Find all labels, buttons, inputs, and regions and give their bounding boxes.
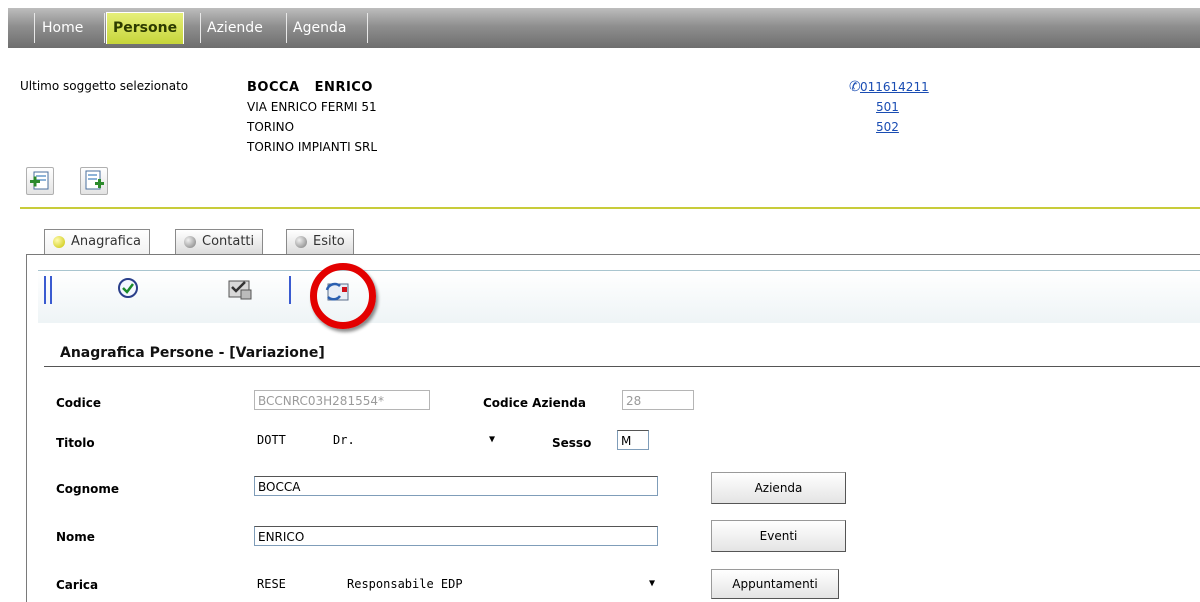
phone-link-ext-502[interactable]: 502	[876, 120, 899, 134]
form-title: Anagrafica Persone - [Variazione]	[60, 345, 325, 361]
tab-status-dot-icon	[295, 236, 307, 248]
edit-record-icon[interactable]	[80, 167, 108, 195]
tab-label: Esito	[313, 234, 345, 249]
phone-icon: ✆	[849, 79, 861, 95]
codice-input[interactable]: BCCNRC03H281554*	[254, 390, 430, 410]
subject-address: VIA ENRICO FERMI 51	[247, 100, 377, 114]
form-title-rule	[44, 366, 1200, 367]
titolo-label: Titolo	[56, 436, 95, 450]
titolo-code: DOTT	[257, 433, 286, 447]
carica-text: Responsabile EDP	[347, 577, 463, 591]
phone-link-main[interactable]: 011614211	[860, 80, 929, 94]
toolbar-separator	[44, 276, 46, 304]
phone-link-ext-501[interactable]: 501	[876, 100, 899, 114]
sesso-label: Sesso	[552, 436, 592, 450]
tab-label: Contatti	[202, 234, 255, 249]
add-record-icon[interactable]	[26, 167, 54, 195]
tab-status-dot-icon	[53, 236, 65, 248]
dropdown-arrow-icon: ▼	[648, 578, 655, 589]
dropdown-arrow-icon: ▼	[488, 434, 495, 445]
checked-form-icon[interactable]	[226, 276, 252, 302]
nav-tab-agenda[interactable]: Agenda	[287, 14, 352, 42]
form-toolbar	[38, 270, 1200, 323]
top-navigation-bar	[8, 8, 1200, 48]
subject-city: TORINO	[247, 120, 295, 134]
cognome-label: Cognome	[56, 482, 120, 496]
azienda-button[interactable]: Azienda	[711, 472, 846, 504]
subject-name: BOCCA ENRICO	[247, 80, 373, 95]
confirm-check-icon[interactable]	[115, 275, 141, 301]
cognome-input[interactable]: BOCCA	[254, 476, 658, 496]
nav-separator	[34, 13, 35, 43]
codice-label: Codice	[56, 396, 102, 410]
header-divider	[20, 207, 1200, 209]
toolbar-separator	[289, 276, 291, 304]
highlight-circle	[310, 263, 376, 329]
tab-anagrafica[interactable]: Anagrafica	[44, 229, 150, 254]
nome-label: Nome	[56, 530, 95, 544]
titolo-select[interactable]: DOTT Dr. ▼	[257, 429, 499, 451]
nav-tab-persone[interactable]: Persone	[106, 12, 185, 44]
carica-select[interactable]: RESE Responsabile EDP ▼	[257, 573, 659, 595]
last-subject-label: Ultimo soggetto selezionato	[20, 79, 189, 93]
codice-azienda-input[interactable]: 28	[622, 390, 694, 410]
codice-azienda-label: Codice Azienda	[483, 396, 586, 410]
nav-tab-home[interactable]: Home	[36, 14, 89, 42]
toolbar-separator	[50, 276, 52, 304]
tab-esito[interactable]: Esito	[286, 229, 354, 254]
nav-tab-aziende[interactable]: Aziende	[201, 14, 269, 42]
carica-label: Carica	[56, 578, 99, 592]
carica-code: RESE	[257, 577, 286, 591]
tab-status-dot-icon	[184, 236, 196, 248]
tab-label: Anagrafica	[71, 234, 141, 249]
nav-separator	[104, 13, 105, 43]
titolo-text: Dr.	[333, 433, 355, 447]
subject-company: TORINO IMPIANTI SRL	[247, 140, 378, 154]
tab-contatti[interactable]: Contatti	[175, 229, 264, 254]
nome-input[interactable]: ENRICO	[254, 526, 658, 546]
eventi-button[interactable]: Eventi	[711, 520, 846, 552]
appuntamenti-button[interactable]: Appuntamenti	[711, 569, 839, 599]
sesso-input[interactable]: M	[617, 430, 649, 450]
nav-separator	[367, 13, 368, 43]
